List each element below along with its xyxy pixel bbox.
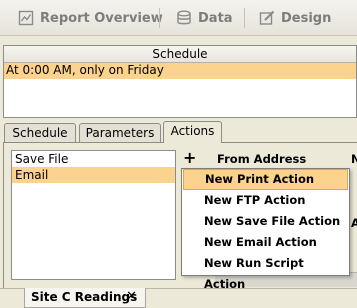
top-toolbar: Report Overview Data Design	[0, 0, 357, 36]
menu-item-new-print-action[interactable]: New Print Action	[183, 169, 348, 190]
toolbar-divider	[159, 8, 160, 28]
add-action-button[interactable]: +	[183, 149, 196, 167]
new-action-menu: New Print Action New FTP Action New Save…	[181, 168, 350, 291]
data-label: Data	[198, 10, 233, 26]
from-address-label: From Address	[217, 152, 307, 166]
schedule-row[interactable]: At 0:00 AM, only on Friday	[4, 63, 356, 79]
document-tab-label: Site C Readings	[31, 290, 138, 304]
actions-list: Save File Email	[11, 150, 176, 280]
menu-item-new-save-file-action[interactable]: New Save File Action	[183, 211, 348, 232]
schedule-column-header[interactable]: Schedule	[4, 46, 356, 63]
close-icon[interactable]: ✕	[126, 288, 137, 306]
partial-label-a: A	[351, 216, 357, 230]
report-overview-button[interactable]: Report Overview	[18, 7, 163, 29]
design-button[interactable]: Design	[259, 7, 331, 29]
data-button[interactable]: Data	[176, 7, 233, 29]
pencil-edit-icon	[259, 10, 275, 25]
tab-actions[interactable]: Actions	[163, 121, 222, 143]
tab-parameters[interactable]: Parameters	[79, 123, 161, 143]
menu-item-new-run-script-action[interactable]: New Run Script Action	[183, 253, 348, 291]
report-overview-label: Report Overview	[40, 10, 163, 26]
partial-label-n: N	[351, 152, 357, 166]
document-tab[interactable]: Site C Readings ✕	[24, 288, 146, 308]
schedule-table: Schedule At 0:00 AM, only on Friday	[3, 45, 357, 118]
menu-item-new-ftp-action[interactable]: New FTP Action	[183, 190, 348, 211]
list-item-email[interactable]: Email	[12, 167, 175, 183]
toolbar-divider	[244, 8, 245, 28]
list-item-save-file[interactable]: Save File	[12, 151, 175, 167]
report-icon	[18, 10, 34, 26]
design-label: Design	[281, 10, 332, 26]
menu-item-new-email-action[interactable]: New Email Action	[183, 232, 348, 253]
tab-schedule[interactable]: Schedule	[4, 123, 76, 143]
database-icon	[177, 10, 191, 25]
